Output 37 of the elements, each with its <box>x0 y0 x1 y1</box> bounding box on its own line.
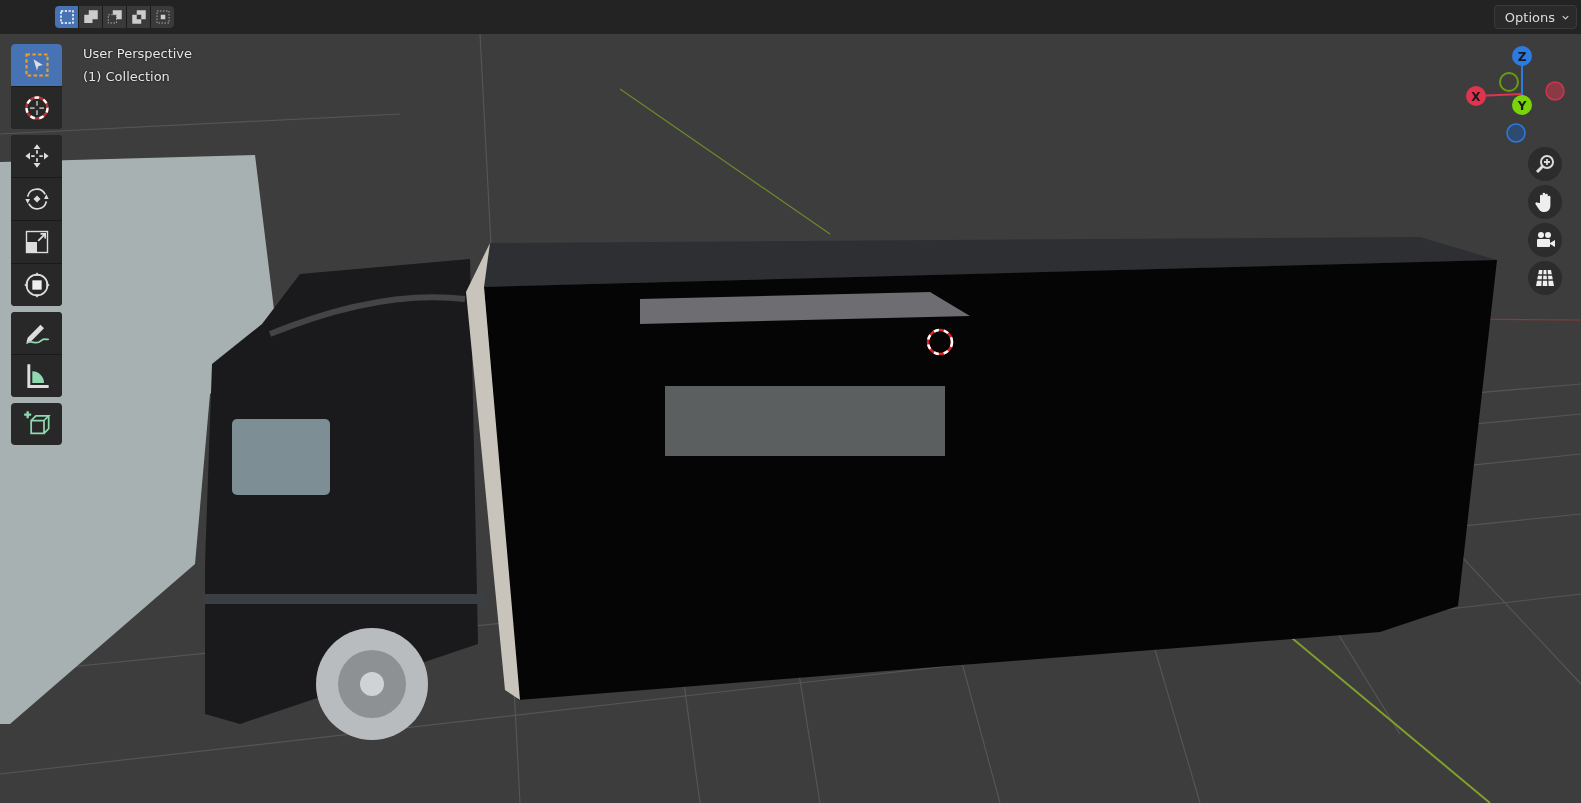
axis-dot[interactable]: X <box>1466 86 1486 106</box>
tool-button[interactable] <box>11 403 62 445</box>
select-mode-button[interactable] <box>151 6 174 28</box>
axis-gizmo[interactable]: Z X Y <box>1433 40 1573 150</box>
select-subtract-icon <box>105 8 124 26</box>
tool-button[interactable] <box>11 87 62 129</box>
select-box-icon <box>22 51 51 79</box>
negative-z-axis-dot[interactable] <box>1506 123 1526 143</box>
view-name: User Perspective <box>83 45 193 63</box>
tool-button[interactable] <box>11 264 62 306</box>
negative-y-axis-dot[interactable] <box>1499 72 1519 92</box>
navigation-button[interactable] <box>1528 223 1562 257</box>
3d-cursor-icon <box>926 328 954 356</box>
tool-button[interactable] <box>11 178 62 220</box>
navigation-button[interactable] <box>1528 147 1562 181</box>
navigation-button[interactable] <box>1528 261 1562 295</box>
options-dropdown[interactable]: Options <box>1493 5 1577 29</box>
axis-dot[interactable]: Y <box>1512 95 1532 115</box>
navigation-button[interactable] <box>1528 185 1562 219</box>
select-mode-button[interactable] <box>127 6 150 28</box>
tool-button[interactable] <box>11 135 62 177</box>
select-mode-button[interactable] <box>79 6 102 28</box>
tool-button[interactable] <box>11 221 62 263</box>
select-new-icon <box>57 8 76 26</box>
cursor-icon <box>22 94 51 122</box>
collection-label: (1) Collection <box>83 68 171 86</box>
axis-dot[interactable]: Z <box>1512 46 1532 66</box>
select-mode-button[interactable] <box>103 6 126 28</box>
transform-icon <box>22 271 51 299</box>
tool-button[interactable] <box>11 355 62 397</box>
select-intersect-icon <box>153 8 172 26</box>
negative-x-axis-dot[interactable] <box>1545 81 1565 101</box>
select-mode-button[interactable] <box>55 6 78 28</box>
select-extend-icon <box>81 8 100 26</box>
zoom-icon <box>1533 152 1557 176</box>
select-difference-icon <box>129 8 148 26</box>
tool-button[interactable] <box>11 312 62 354</box>
